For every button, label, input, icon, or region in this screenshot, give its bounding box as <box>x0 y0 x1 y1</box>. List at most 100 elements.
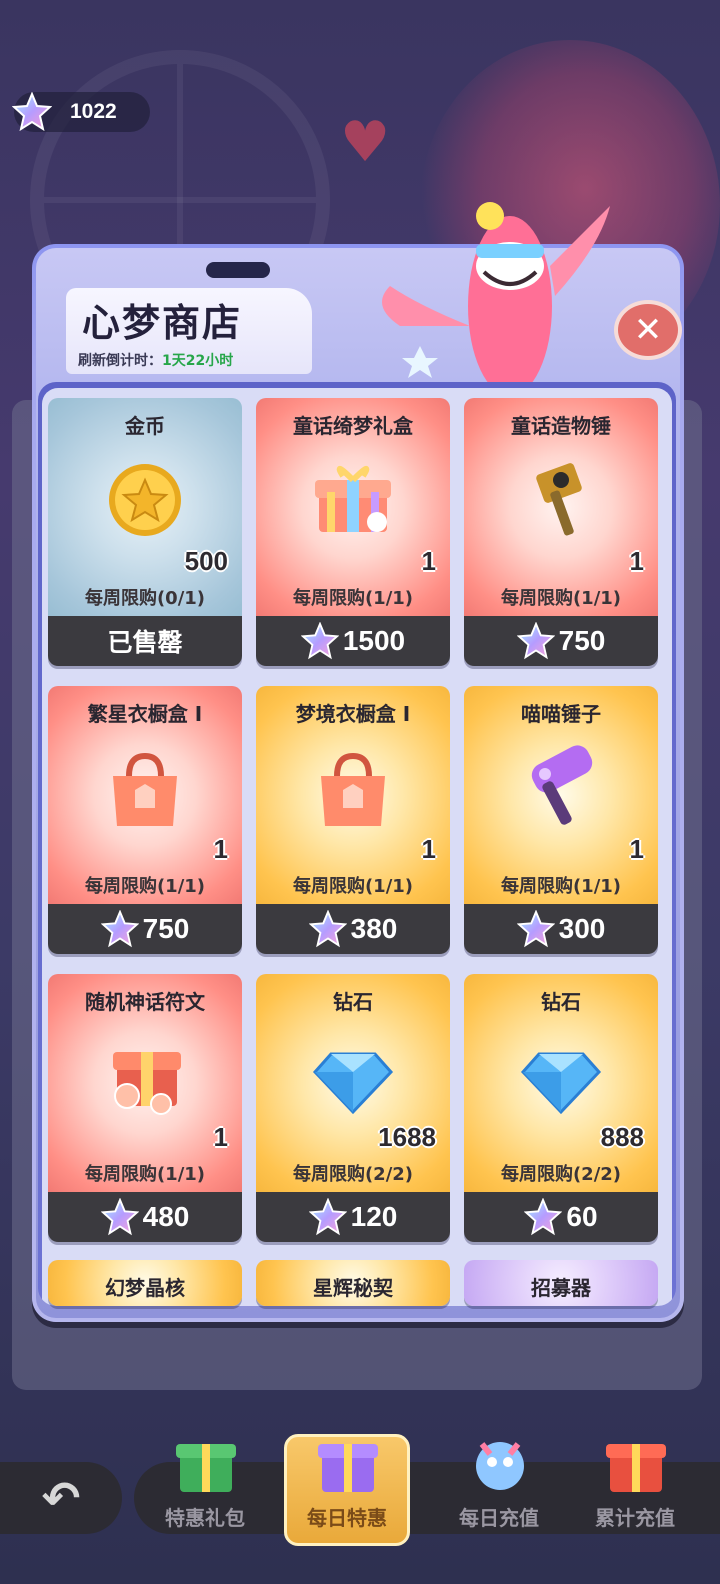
star-crystal-icon <box>300 621 340 660</box>
shop-title: 心梦商店 <box>82 301 243 345</box>
item-quantity: 1 <box>213 834 228 864</box>
star-crystal-icon <box>100 909 140 948</box>
buy-button[interactable]: 60 <box>464 1192 658 1242</box>
gift-pack-icon <box>174 1430 238 1496</box>
tab-daily-recharge[interactable]: 每日充值 <box>432 1430 566 1542</box>
price-value: 120 <box>350 1201 398 1232</box>
purchase-limit: 每周限购(0/1) <box>84 588 206 609</box>
gift-box-icon <box>303 450 403 550</box>
star-crystal-icon <box>516 621 556 660</box>
tab-cumulative-recharge[interactable]: 累计充值 <box>568 1430 702 1542</box>
buy-button[interactable]: 300 <box>464 904 658 954</box>
purchase-limit: 每周限购(1/1) <box>500 588 622 609</box>
item-name: 钻石 <box>333 990 373 1014</box>
shop-item-card[interactable]: 钻石 888 每周限购(2/2) 60 <box>464 974 658 1242</box>
diamond-icon <box>511 1026 611 1126</box>
mascot-character <box>382 202 610 386</box>
back-button[interactable]: ↶ <box>0 1462 122 1534</box>
item-quantity: 1 <box>629 834 644 864</box>
rune-chest-icon <box>95 1026 195 1126</box>
wardrobe-bag-icon <box>95 738 195 838</box>
tab-label: 累计充值 <box>595 1506 675 1530</box>
shop-item-card[interactable]: 星辉秘契 <box>256 1260 450 1306</box>
buy-button[interactable]: 120 <box>256 1192 450 1242</box>
item-name: 招募器 <box>531 1276 591 1300</box>
item-quantity: 1 <box>213 1122 228 1152</box>
purchase-limit: 每周限购(1/1) <box>500 876 622 897</box>
item-name: 钻石 <box>541 990 581 1014</box>
price-value: 已售罄 <box>107 628 183 657</box>
modal-handle <box>206 262 270 278</box>
tab-label: 特惠礼包 <box>165 1506 245 1530</box>
item-name: 童话绮梦礼盒 <box>293 414 413 438</box>
buy-button[interactable]: 380 <box>256 904 450 954</box>
buy-button[interactable]: 750 <box>464 616 658 666</box>
daily-deal-icon <box>316 1430 380 1496</box>
item-quantity: 888 <box>600 1122 644 1152</box>
wardrobe-bag-icon <box>303 738 403 838</box>
price-value: 1500 <box>342 625 406 656</box>
shop-item-card[interactable]: 金币 500 每周限购(0/1) 已售罄 <box>48 398 242 666</box>
item-name: 繁星衣橱盒 I <box>87 702 203 726</box>
item-name: 随机神话符文 <box>85 990 205 1014</box>
refresh-value: 1天22小时 <box>162 353 234 369</box>
shop-item-card[interactable]: 童话绮梦礼盒 1 每周限购(1/1) 1500 <box>256 398 450 666</box>
hammer-icon <box>511 450 611 550</box>
shop-item-card[interactable]: 梦境衣橱盒 I 1 每周限购(1/1) 380 <box>256 686 450 954</box>
buy-button[interactable]: 750 <box>48 904 242 954</box>
star-crystal-icon <box>100 1197 140 1236</box>
tab-daily-deal[interactable]: 每日特惠 <box>280 1430 414 1546</box>
refresh-countdown: 刷新倒计时：1天22小时 <box>78 350 233 370</box>
shop-item-card[interactable]: 童话造物锤 1 每周限购(1/1) 750 <box>464 398 658 666</box>
star-crystal-icon <box>308 909 348 948</box>
tab-gift-pack[interactable]: 特惠礼包 <box>138 1430 272 1542</box>
shop-item-card[interactable]: 钻石 1688 每周限购(2/2) 120 <box>256 974 450 1242</box>
item-quantity: 1 <box>421 834 436 864</box>
sold-out-label: 已售罄 <box>48 616 242 666</box>
star-crystal-icon <box>12 92 52 132</box>
price-value: 750 <box>142 913 190 944</box>
item-name: 幻梦晶核 <box>105 1276 185 1300</box>
purchase-limit: 每周限购(1/1) <box>292 588 414 609</box>
item-name: 童话造物锤 <box>511 414 611 438</box>
gold-coin-icon <box>95 450 195 550</box>
star-crystal-icon <box>524 1197 563 1236</box>
shop-item-card[interactable]: 随机神话符文 1 每周限购(1/1) 480 <box>48 974 242 1242</box>
shop-item-card[interactable]: 幻梦晶核 <box>48 1260 242 1306</box>
shop-item-card[interactable]: 喵喵锤子 1 每周限购(1/1) 300 <box>464 686 658 954</box>
item-quantity: 1 <box>421 546 436 576</box>
cumulative-recharge-icon <box>604 1430 668 1496</box>
tab-label: 每日充值 <box>459 1506 539 1530</box>
purchase-limit: 每周限购(2/2) <box>500 1164 622 1185</box>
price-value: 480 <box>142 1201 190 1232</box>
buy-button[interactable]: 1500 <box>256 616 450 666</box>
buy-button[interactable]: 480 <box>48 1192 242 1242</box>
shop-item-card[interactable]: 繁星衣橱盒 I 1 每周限购(1/1) 750 <box>48 686 242 954</box>
close-icon: ✕ <box>633 310 663 350</box>
close-button[interactable]: ✕ <box>614 300 682 360</box>
price-value: 750 <box>558 625 606 656</box>
item-quantity: 500 <box>184 546 228 576</box>
item-quantity: 1688 <box>378 1122 436 1152</box>
daily-recharge-icon <box>468 1430 532 1496</box>
currency-amount: 1022 <box>70 100 117 123</box>
tab-label: 每日特惠 <box>307 1506 387 1530</box>
price-value: 300 <box>558 913 606 944</box>
back-arrow-icon: ↶ <box>41 1471 81 1525</box>
purchase-limit: 每周限购(2/2) <box>292 1164 414 1185</box>
diamond-icon <box>303 1026 403 1126</box>
item-name: 星辉秘契 <box>313 1276 393 1300</box>
price-value: 60 <box>566 1201 598 1232</box>
item-name: 梦境衣橱盒 I <box>295 702 411 726</box>
star-crystal-icon <box>308 1197 348 1236</box>
purchase-limit: 每周限购(1/1) <box>84 876 206 897</box>
shop-item-card[interactable]: 招募器 <box>464 1260 658 1306</box>
refresh-label: 刷新倒计时： <box>78 353 162 369</box>
price-value: 380 <box>350 913 398 944</box>
background-heart-icon: ♥ <box>340 110 391 175</box>
purchase-limit: 每周限购(1/1) <box>84 1164 206 1185</box>
purple-hammer-icon <box>511 738 611 838</box>
currency-display[interactable]: 1022 <box>12 92 150 132</box>
star-crystal-icon <box>516 909 556 948</box>
purchase-limit: 每周限购(1/1) <box>292 876 414 897</box>
